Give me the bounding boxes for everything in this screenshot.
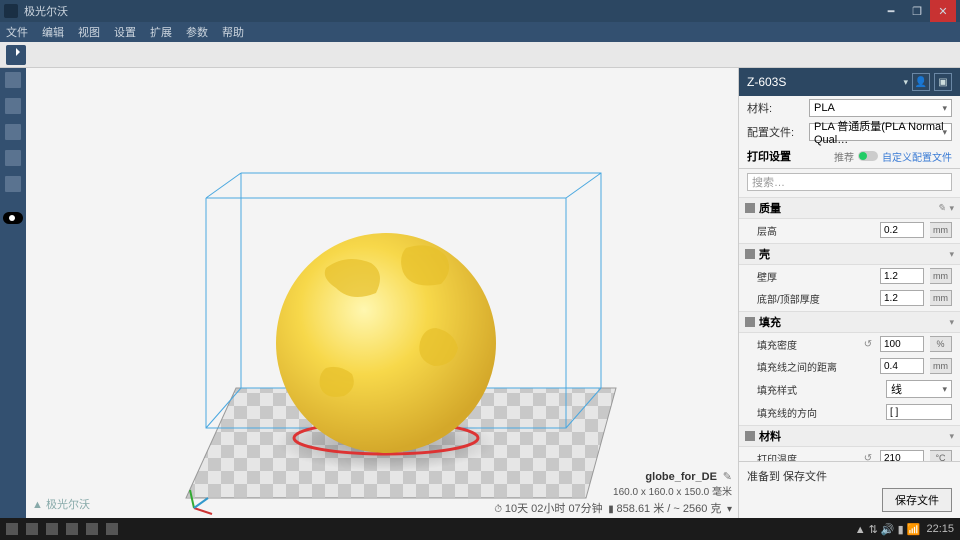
printer-icon-2[interactable]: ▣ [934,73,952,91]
infill-density-input[interactable]: 100 [880,336,924,352]
printer-header: Z-603S ▾ 👤 ▣ [739,68,960,96]
task-icon[interactable] [86,523,98,535]
topbottom-input[interactable]: 1.2 [880,290,924,306]
section-shell[interactable]: 壳▾ [739,243,960,265]
infill-direction-input[interactable]: [ ] [886,404,952,420]
menu-file[interactable]: 文件 [6,24,28,40]
save-file-button[interactable]: 保存文件 [882,488,952,512]
close-button[interactable]: ✕ [930,0,956,22]
task-icon[interactable] [66,523,78,535]
mesh-tool-icon[interactable] [5,176,21,192]
start-icon[interactable] [6,523,18,535]
print-settings-title: 打印设置 [747,148,834,164]
prepare-label: 准备到 保存文件 [747,468,952,484]
rotate-tool-icon[interactable] [5,124,21,140]
menu-settings[interactable]: 设置 [114,24,136,40]
move-tool-icon[interactable] [5,72,21,88]
panel-footer: 准备到 保存文件 保存文件 [739,461,960,518]
printer-name[interactable]: Z-603S [747,75,903,89]
material-label: 材料: [747,100,803,116]
printer-icon-1[interactable]: 👤 [912,73,930,91]
infill-density-label: 填充密度 [747,337,856,352]
filament-usage: 858.61 米 / ~ 2560 克 [617,503,722,515]
edit-name-icon[interactable]: ✎ [720,470,732,483]
mirror-tool-icon[interactable] [5,150,21,166]
viewport[interactable]: ▲ 极光尔沃 globe_for_DE ✎ 160.0 x 160.0 x 15… [26,68,738,518]
reset-icon[interactable]: ↺ [862,339,874,350]
layer-height-input[interactable]: 0.2 [880,222,924,238]
material-select[interactable]: PLA [809,99,952,117]
menu-extensions[interactable]: 扩展 [150,24,172,40]
task-icon[interactable] [26,523,38,535]
infill-icon [745,317,755,327]
brand-watermark: ▲ 极光尔沃 [32,496,90,512]
section-quality[interactable]: 质量✎▾ [739,197,960,219]
section-infill[interactable]: 填充▾ [739,311,960,333]
infill-pattern-label: 填充样式 [747,382,880,397]
menu-params[interactable]: 参数 [186,24,208,40]
shell-icon [745,249,755,259]
wall-thickness-input[interactable]: 1.2 [880,268,924,284]
reset-icon[interactable]: ↺ [862,453,874,462]
settings-search[interactable]: 搜索… [747,173,952,191]
clock[interactable]: 22:15 [926,523,954,535]
print-time: 10天 02小时 07分钟 [505,503,603,515]
scale-tool-icon[interactable] [5,98,21,114]
task-icon[interactable] [46,523,58,535]
topbottom-label: 底部/顶部厚度 [747,291,874,306]
quality-icon [745,203,755,213]
open-file-button[interactable] [6,45,26,65]
left-toolbar [0,68,26,518]
material-icon [745,431,755,441]
mode-toggle[interactable] [858,151,878,161]
menu-edit[interactable]: 编辑 [42,24,64,40]
print-temp-input[interactable]: 210 [880,450,924,461]
menu-help[interactable]: 帮助 [222,24,244,40]
windows-taskbar[interactable]: ▲ ⇅ 🔊 ▮ 📶 22:15 [0,518,960,540]
view-mode-icon[interactable] [3,212,23,224]
task-icon[interactable] [106,523,118,535]
section-material[interactable]: 材料▾ [739,425,960,447]
model-dimensions: 160.0 x 160.0 x 150.0 毫米 [494,483,732,498]
toolbar [0,42,960,68]
minimize-button[interactable]: ━ [878,0,904,22]
app-logo [4,4,18,18]
infill-distance-input[interactable]: 0.4 [880,358,924,374]
layer-height-label: 层高 [747,223,874,238]
wall-thickness-label: 壁厚 [747,269,874,284]
profile-label: 配置文件: [747,124,803,140]
infill-direction-label: 填充线的方向 [747,405,880,420]
recommend-label: 推荐 [834,149,854,164]
infill-distance-label: 填充线之间的距离 [747,359,874,374]
menubar: 文件 编辑 视图 设置 扩展 参数 帮助 [0,22,960,42]
infill-pattern-select[interactable]: 线 [886,380,952,398]
window-title: 极光尔沃 [24,3,878,19]
menu-view[interactable]: 视图 [78,24,100,40]
model-info: globe_for_DE ✎ 160.0 x 160.0 x 150.0 毫米 … [494,470,732,516]
settings-panel: Z-603S ▾ 👤 ▣ 材料: PLA 配置文件: PLA 普通质量(PLA … [738,68,960,518]
tray-icons[interactable]: ▲ ⇅ 🔊 ▮ 📶 [855,523,921,536]
model-name: globe_for_DE [645,471,717,483]
maximize-button[interactable]: ❐ [904,0,930,22]
profile-select[interactable]: PLA 普通质量(PLA Normal Qual… [809,123,952,141]
print-temp-label: 打印温度 [747,451,856,462]
printer-dropdown-icon[interactable]: ▾ [903,77,908,88]
titlebar: 极光尔沃 ━ ❐ ✕ [0,0,960,22]
custom-profile-link[interactable]: 自定义配置文件 [882,149,952,164]
